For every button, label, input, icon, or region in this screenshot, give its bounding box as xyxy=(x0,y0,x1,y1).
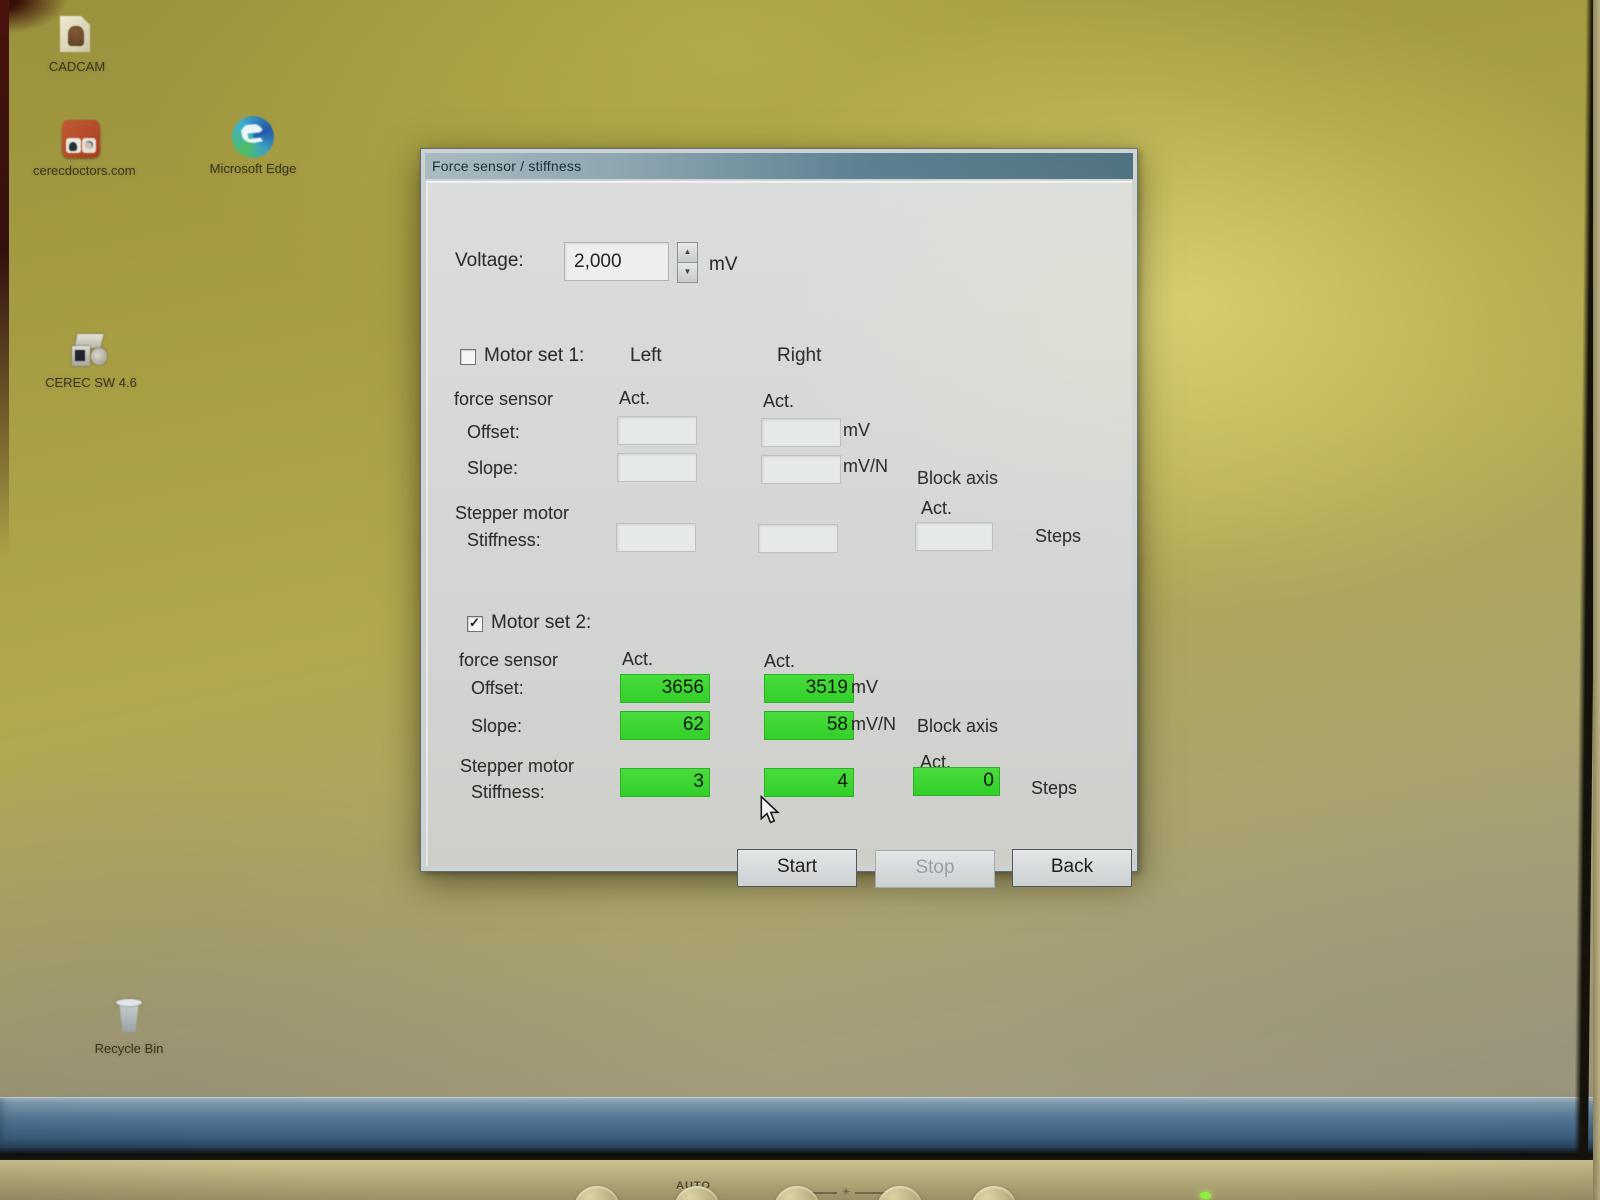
set1-stiffness-block-field xyxy=(915,522,993,551)
set1-block-axis-label: Block axis xyxy=(917,468,998,489)
set2-act-left-label: Act. xyxy=(622,649,653,670)
monitor-photo: CADCAM cerecdoctors.com Microsoft Edge C… xyxy=(0,0,1600,1200)
desktop-icon-recycle-bin[interactable]: Recycle Bin xyxy=(81,996,177,1056)
set2-slope-right-value: 58 xyxy=(764,711,854,740)
desktop-icon-cerecdoctors[interactable]: cerecdoctors.com xyxy=(33,118,129,178)
back-button[interactable]: Back xyxy=(1012,849,1132,887)
set1-stiffness-right-field xyxy=(758,524,838,553)
taskbar xyxy=(0,1097,1600,1148)
set2-steps-unit: Steps xyxy=(1031,778,1077,799)
set1-offset-left-field xyxy=(617,416,697,445)
voltage-spin-up[interactable]: ▲ xyxy=(677,242,698,263)
column-right-label: Right xyxy=(777,345,821,367)
set1-offset-label: Offset: xyxy=(467,422,520,443)
set2-slope-left-value: 62 xyxy=(620,711,710,740)
set1-force-sensor-label: force sensor xyxy=(454,389,553,410)
set1-offset-right-field xyxy=(761,418,841,447)
dialog-titlebar: Force sensor / stiffness xyxy=(425,153,1133,179)
monitor-left-edge xyxy=(0,0,9,560)
set1-act-left-label: Act. xyxy=(619,388,650,409)
voltage-label: Voltage: xyxy=(455,250,524,272)
cerec-sw-icon xyxy=(70,330,112,372)
force-sensor-dialog: Force sensor / stiffness Voltage: 2,000 … xyxy=(420,148,1138,872)
set2-force-sensor-label: force sensor xyxy=(459,650,558,671)
set1-slope-label: Slope: xyxy=(467,458,518,479)
desktop: CADCAM cerecdoctors.com Microsoft Edge C… xyxy=(0,0,1600,1148)
set1-offset-unit: mV xyxy=(843,420,870,441)
dialog-client-area: Voltage: 2,000 ▲ ▼ mV Motor set 1: Left … xyxy=(426,181,1132,866)
microsoft-edge-icon xyxy=(232,116,274,158)
set2-stiffness-block-value: 0 xyxy=(913,767,1000,796)
power-led xyxy=(1200,1192,1211,1199)
desktop-icon-label: CEREC SW 4.6 xyxy=(43,376,139,390)
set1-block-act-label: Act. xyxy=(921,498,952,519)
set2-offset-unit: mV xyxy=(851,677,878,698)
set1-stiffness-left-field xyxy=(616,523,696,552)
set2-offset-label: Offset: xyxy=(471,678,524,699)
set2-stiffness-left-value: 3 xyxy=(620,768,710,797)
desktop-icon-label: Recycle Bin xyxy=(81,1042,177,1056)
motor-set-2-checkbox[interactable] xyxy=(467,616,483,632)
set2-slope-unit: mV/N xyxy=(851,714,896,735)
start-button[interactable]: Start xyxy=(737,849,857,887)
desktop-icon-label: Microsoft Edge xyxy=(205,162,301,176)
set2-offset-left-value: 3656 xyxy=(620,674,710,703)
cadcam-icon xyxy=(56,14,98,56)
set1-steps-unit: Steps xyxy=(1035,526,1081,547)
desktop-icon-label: cerecdoctors.com xyxy=(33,164,129,178)
motor-set-1-label: Motor set 1: xyxy=(484,345,584,367)
set1-stiffness-label: Stiffness: xyxy=(467,530,541,551)
desktop-icon-edge[interactable]: Microsoft Edge xyxy=(205,116,301,176)
column-left-label: Left xyxy=(630,345,662,367)
set2-stepper-motor-label: Stepper motor xyxy=(460,756,574,777)
set1-slope-unit: mV/N xyxy=(843,456,888,477)
recycle-bin-icon xyxy=(108,996,150,1038)
set2-slope-label: Slope: xyxy=(471,716,522,737)
set2-stiffness-right-value: 4 xyxy=(764,768,854,797)
desktop-icon-cadcam[interactable]: CADCAM xyxy=(29,14,125,74)
set1-slope-left-field xyxy=(617,453,697,482)
set1-stepper-motor-label: Stepper motor xyxy=(455,503,569,524)
motor-set-2-label: Motor set 2: xyxy=(491,612,591,634)
voltage-spin-down[interactable]: ▼ xyxy=(677,262,698,283)
cerecdoctors-icon xyxy=(60,118,102,160)
set1-slope-right-field xyxy=(761,455,841,484)
voltage-unit: mV xyxy=(709,254,738,276)
set2-stiffness-label: Stiffness: xyxy=(471,782,545,803)
set2-block-axis-label: Block axis xyxy=(917,716,998,737)
set1-act-right-label: Act. xyxy=(763,391,794,412)
desktop-icon-cerec-sw[interactable]: CEREC SW 4.6 xyxy=(43,330,139,390)
desktop-icon-label: CADCAM xyxy=(29,60,125,74)
motor-set-1-checkbox[interactable] xyxy=(460,349,476,365)
set2-act-right-label: Act. xyxy=(764,651,795,672)
stop-button: Stop xyxy=(875,850,995,888)
voltage-input[interactable]: 2,000 xyxy=(564,242,669,281)
screen-bottom-edge xyxy=(0,1148,1600,1160)
set2-offset-right-value: 3519 xyxy=(764,674,854,703)
monitor-right-bezel xyxy=(1593,0,1600,1200)
mouse-cursor xyxy=(757,795,783,825)
